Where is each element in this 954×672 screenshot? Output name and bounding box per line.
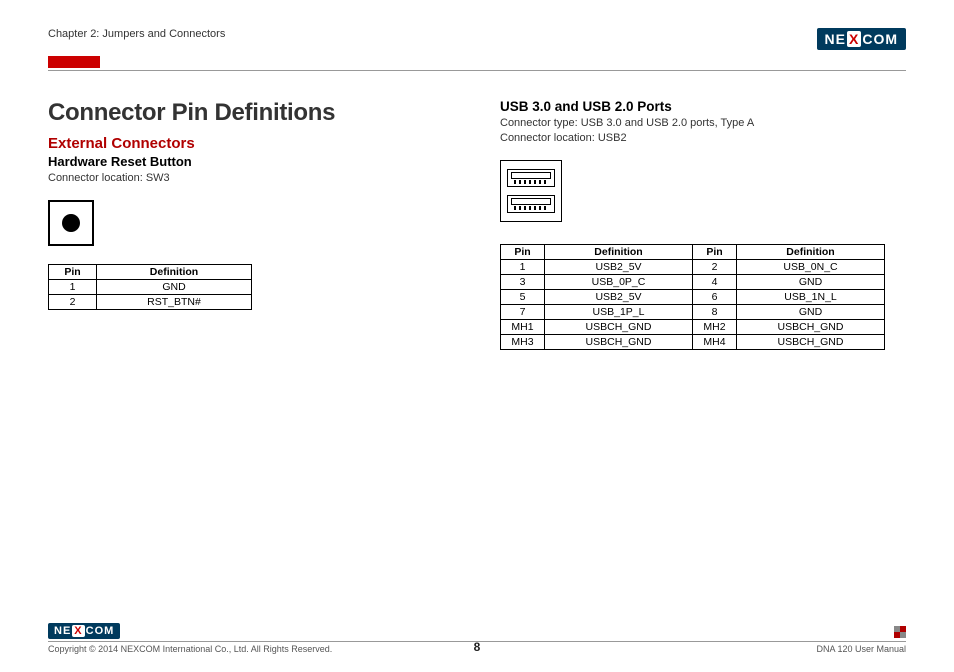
page-number: 8	[474, 640, 481, 654]
header-rule	[48, 70, 906, 71]
table-row: MH1 USBCH_GND MH2 USBCH_GND	[501, 319, 885, 334]
cell-def: USBCH_GND	[545, 334, 693, 349]
brand-x: X	[72, 625, 84, 637]
cell-def: RST_BTN#	[97, 294, 252, 309]
brand-post: COM	[86, 625, 115, 637]
usb-connector-diagram	[500, 160, 562, 222]
cell-def: USB_0N_C	[737, 259, 885, 274]
table-row: 1 GND	[49, 279, 252, 294]
page-title: Connector Pin Definitions	[48, 99, 454, 127]
usb-pin-table: Pin Definition Pin Definition 1 USB2_5V …	[500, 244, 885, 350]
cell-pin: 2	[693, 259, 737, 274]
table-row: 3 USB_0P_C 4 GND	[501, 274, 885, 289]
cell-def: USB_1P_L	[545, 304, 693, 319]
cell-def: GND	[737, 274, 885, 289]
cell-pin: 6	[693, 289, 737, 304]
cell-pin: 2	[49, 294, 97, 309]
brand-pre: NE	[54, 625, 71, 637]
th-pin: Pin	[501, 244, 545, 259]
copyright-text: Copyright © 2014 NEXCOM International Co…	[48, 644, 332, 654]
reset-location: Connector location: SW3	[48, 171, 454, 186]
red-accent-tab	[48, 56, 100, 68]
cell-pin: 3	[501, 274, 545, 289]
cell-pin: MH3	[501, 334, 545, 349]
cell-def: USB2_5V	[545, 259, 693, 274]
cell-pin: MH4	[693, 334, 737, 349]
th-pin: Pin	[693, 244, 737, 259]
doc-title: DNA 120 User Manual	[816, 644, 906, 654]
cell-def: USBCH_GND	[545, 319, 693, 334]
table-row: 5 USB2_5V 6 USB_1N_L	[501, 289, 885, 304]
th-def: Definition	[737, 244, 885, 259]
section-usb-ports: USB 3.0 and USB 2.0 Ports	[500, 99, 906, 114]
cell-pin: 1	[49, 279, 97, 294]
th-def: Definition	[97, 264, 252, 279]
cell-pin: 4	[693, 274, 737, 289]
button-dot-icon	[62, 214, 80, 232]
cell-pin: 1	[501, 259, 545, 274]
th-pin: Pin	[49, 264, 97, 279]
cell-pin: 8	[693, 304, 737, 319]
cell-def: USB_0P_C	[545, 274, 693, 289]
cell-def: USBCH_GND	[737, 334, 885, 349]
brand-pre: NE	[825, 31, 846, 47]
cell-def: USB2_5V	[545, 289, 693, 304]
usb-type-line: Connector type: USB 3.0 and USB 2.0 port…	[500, 116, 906, 131]
cell-def: USBCH_GND	[737, 319, 885, 334]
cell-def: USB_1N_L	[737, 289, 885, 304]
th-def: Definition	[545, 244, 693, 259]
cell-def: GND	[97, 279, 252, 294]
section-hardware-reset: Hardware Reset Button	[48, 154, 454, 169]
brand-post: COM	[862, 31, 898, 47]
cell-def: GND	[737, 304, 885, 319]
chapter-label: Chapter 2: Jumpers and Connectors	[48, 28, 225, 40]
usb-port-icon	[507, 195, 555, 213]
brand-logo-top: NEXCOM	[817, 28, 906, 50]
usb-port-icon	[507, 169, 555, 187]
usb-location: Connector location: USB2	[500, 131, 906, 146]
reset-button-diagram	[48, 200, 94, 246]
table-row: 1 USB2_5V 2 USB_0N_C	[501, 259, 885, 274]
table-row: 2 RST_BTN#	[49, 294, 252, 309]
section-external-connectors: External Connectors	[48, 135, 454, 152]
brand-logo-bottom: NEXCOM	[48, 621, 906, 639]
cell-pin: MH2	[693, 319, 737, 334]
cell-pin: 7	[501, 304, 545, 319]
reset-pin-table: Pin Definition 1 GND 2 RST_BTN#	[48, 264, 252, 310]
cell-pin: 5	[501, 289, 545, 304]
cell-pin: MH1	[501, 319, 545, 334]
brand-x: X	[847, 31, 861, 47]
table-row: MH3 USBCH_GND MH4 USBCH_GND	[501, 334, 885, 349]
table-row: 7 USB_1P_L 8 GND	[501, 304, 885, 319]
